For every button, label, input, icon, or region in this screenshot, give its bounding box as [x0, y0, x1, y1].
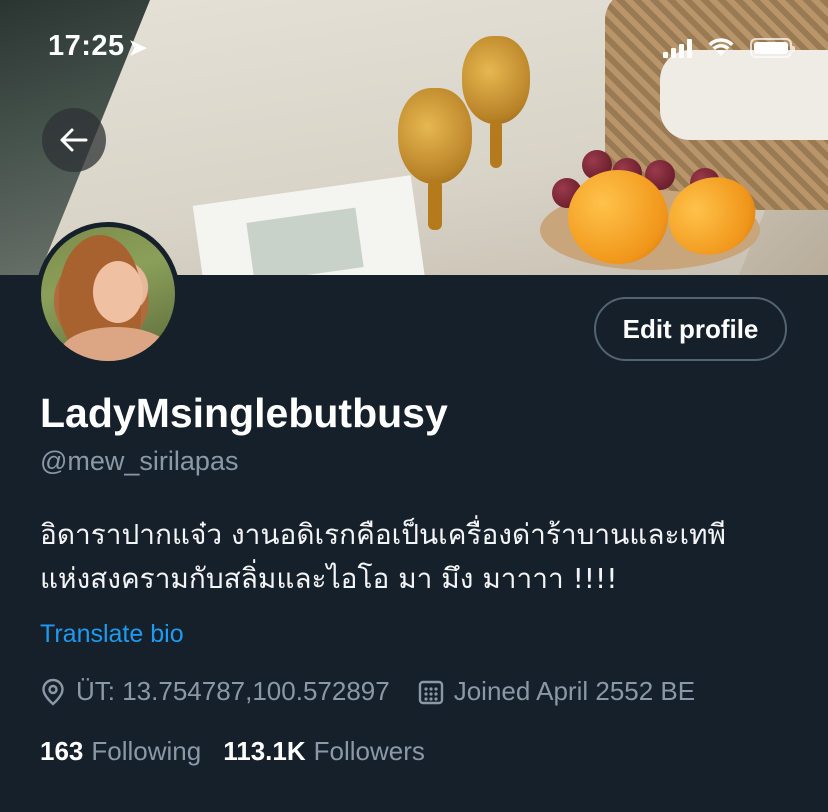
banner-glass-stem [428, 180, 442, 230]
bio-line: แห่งสงครามกับสลิ่มและไอโอ มา มึง มาาาา !… [40, 562, 618, 595]
following-label: Following [91, 736, 202, 766]
display-name: LadyMsinglebutbusy [40, 390, 448, 436]
following-link[interactable]: 163 Following [40, 736, 201, 767]
avatar-shoulder [61, 327, 171, 361]
translate-bio-link[interactable]: Translate bio [40, 620, 184, 649]
follow-stats: 163 Following 113.1K Followers [40, 736, 425, 767]
battery-icon [750, 38, 795, 58]
followers-count: 113.1K [223, 736, 306, 766]
calendar-icon [418, 680, 443, 704]
status-time-text: 17:25 [48, 30, 125, 62]
avatar-face [93, 261, 143, 323]
banner-glass-stem-2 [490, 120, 502, 168]
banner-basket-cloth [660, 50, 828, 140]
following-count: 163 [40, 736, 84, 766]
followers-link[interactable]: 113.1K Followers [223, 736, 425, 767]
joined-item: Joined April 2552 BE [418, 676, 695, 707]
edit-profile-button[interactable]: Edit profile [594, 297, 787, 361]
banner-orange [568, 170, 668, 264]
wifi-icon [708, 38, 734, 56]
followers-label: Followers [313, 736, 425, 766]
profile-meta: ÜT: 13.754787,100.572897 Joined April 25… [40, 676, 695, 707]
cellular-signal-icon [663, 38, 692, 58]
back-button[interactable] [42, 108, 106, 172]
profile-bio: อิดาราปากแจ๋ว งานอดิเรกคือเป็นเครื่องด่า… [40, 513, 810, 601]
status-time: 17:25 ➤ [48, 30, 148, 63]
banner-glass-back [462, 36, 530, 124]
avatar[interactable] [36, 222, 180, 366]
user-handle: @mew_sirilapas [40, 446, 239, 476]
location-pin-icon [42, 678, 64, 706]
joined-text: Joined April 2552 BE [453, 676, 696, 706]
status-indicators [663, 38, 795, 58]
arrow-left-icon [60, 128, 88, 152]
location-item: ÜT: 13.754787,100.572897 [40, 676, 390, 707]
location-text: ÜT: 13.754787,100.572897 [76, 676, 390, 706]
banner-glass-front [398, 88, 472, 184]
location-arrow-icon: ➤ [128, 35, 148, 60]
bio-line: อิดาราปากแจ๋ว งานอดิเรกคือเป็นเครื่องด่า… [40, 518, 726, 551]
